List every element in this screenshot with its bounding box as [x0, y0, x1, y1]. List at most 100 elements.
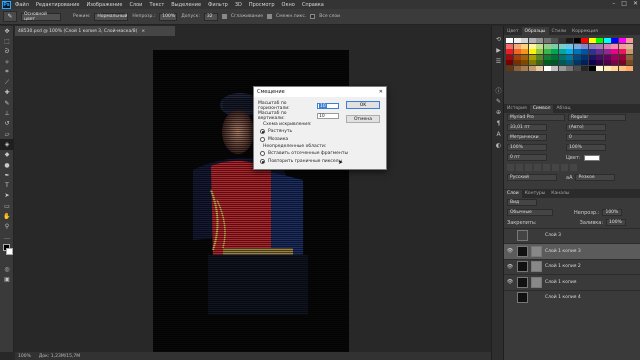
color-swatch[interactable] — [611, 49, 618, 54]
dialog-close-button[interactable]: ✕ — [379, 89, 383, 95]
h-scale-input[interactable]: 10 — [317, 103, 339, 109]
color-swatch[interactable] — [618, 65, 626, 71]
all-caps-button[interactable] — [525, 164, 532, 171]
color-swatch[interactable] — [513, 54, 521, 60]
all-layers-checkbox[interactable] — [310, 14, 316, 19]
layer-fill-input[interactable]: 100% — [606, 219, 627, 226]
color-swatch[interactable] — [551, 38, 558, 43]
faux-bold-button[interactable] — [507, 164, 514, 171]
blend-mode-dropdown[interactable]: Обычные — [507, 209, 553, 216]
menu-3d[interactable]: 3D — [235, 2, 242, 8]
color-swatch[interactable] — [528, 60, 536, 65]
color-swatch[interactable] — [573, 43, 581, 49]
color-swatch[interactable] — [506, 65, 513, 71]
type-tool-icon[interactable]: T — [0, 180, 14, 190]
color-swatch[interactable] — [596, 65, 603, 71]
font-size-input[interactable]: 33,01 пт — [507, 124, 547, 131]
color-swatch[interactable] — [603, 38, 611, 43]
mode-dropdown[interactable]: Нормальный — [94, 12, 129, 21]
stretch-option[interactable]: Растянуть — [260, 129, 292, 134]
color-swatch[interactable] — [603, 60, 611, 65]
color-swatch[interactable] — [573, 38, 581, 43]
color-swatch[interactable] — [588, 49, 596, 54]
dodge-tool-icon[interactable]: ● — [0, 160, 14, 170]
tab-channels[interactable]: Каналы — [548, 190, 572, 198]
color-swatch[interactable] — [536, 60, 543, 65]
color-swatch[interactable] — [626, 60, 633, 65]
color-swatch[interactable] — [543, 43, 551, 49]
color-swatch[interactable] — [581, 54, 588, 60]
eyedropper-tool-icon[interactable]: ⟋ — [0, 77, 14, 87]
close-document-icon[interactable]: × — [141, 29, 145, 34]
vertical-scale-input[interactable]: 100% — [507, 144, 547, 151]
pen-tool-icon[interactable]: ✒ — [0, 170, 14, 180]
zoom-level[interactable]: 100% — [18, 354, 31, 359]
antialias-checkbox[interactable] — [221, 14, 227, 19]
color-swatch[interactable] — [521, 49, 528, 54]
color-swatch[interactable] — [521, 54, 528, 60]
color-swatch[interactable] — [603, 49, 611, 54]
color-swatch[interactable] — [626, 43, 633, 49]
tab-paths[interactable]: Контуры — [522, 190, 549, 198]
color-swatch[interactable] — [543, 54, 551, 60]
color-swatch[interactable] — [611, 65, 618, 71]
stamp-tool-icon[interactable]: ⊥ — [0, 108, 14, 118]
color-swatch[interactable] — [603, 54, 611, 60]
wrap-radio[interactable] — [260, 151, 265, 156]
color-swatch[interactable] — [596, 38, 603, 43]
color-swatch[interactable] — [558, 49, 566, 54]
color-swatch[interactable] — [528, 43, 536, 49]
menu-filter[interactable]: Фильтр — [208, 2, 228, 8]
color-swatch[interactable] — [513, 60, 521, 65]
tab-adjustments[interactable]: Коррекция — [569, 27, 601, 35]
color-swatch[interactable] — [588, 65, 596, 71]
leading-input[interactable]: (Авто) — [566, 124, 606, 131]
lasso-tool-icon[interactable]: ᘐ — [0, 47, 14, 57]
color-swatch[interactable] — [551, 65, 558, 71]
language-dropdown[interactable]: Русский — [507, 174, 557, 181]
color-swatch[interactable] — [551, 43, 558, 49]
color-swatch[interactable] — [588, 60, 596, 65]
color-swatch[interactable] — [551, 60, 558, 65]
color-swatch[interactable] — [521, 43, 528, 49]
brush-tool-icon[interactable]: ✎ — [0, 98, 14, 108]
color-swatch[interactable] — [558, 43, 566, 49]
color-swatch[interactable] — [521, 65, 528, 71]
tab-history[interactable]: История — [504, 105, 530, 113]
zoom-tool-icon[interactable]: ⚲ — [0, 222, 14, 232]
layer-filter-dropdown[interactable]: Вид — [507, 199, 537, 206]
horizontal-scale-input[interactable]: 100% — [566, 144, 606, 151]
tab-character[interactable]: Символ — [529, 104, 554, 113]
layer-row[interactable]: Слой 3 — [504, 227, 640, 244]
v-scale-input[interactable]: 10 — [317, 113, 339, 119]
tab-layers[interactable]: Слои — [504, 189, 522, 198]
color-swatch[interactable] — [611, 38, 618, 43]
color-swatch[interactable] — [596, 43, 603, 49]
layer-row[interactable]: 👁 Слой 1 копия 3 — [504, 243, 640, 259]
layer-opacity-input[interactable]: 100% — [602, 209, 623, 216]
background-color[interactable] — [6, 248, 13, 256]
color-swatch[interactable] — [521, 38, 528, 43]
color-swatch[interactable] — [566, 60, 573, 65]
blur-tool-icon[interactable]: ◆ — [0, 150, 14, 160]
color-swatch[interactable] — [588, 54, 596, 60]
marquee-tool-icon[interactable]: ⬚ — [0, 36, 14, 46]
ok-button[interactable]: OK — [346, 101, 380, 109]
color-swatch[interactable] — [581, 43, 588, 49]
color-swatch[interactable] — [566, 54, 573, 60]
color-swatch[interactable] — [573, 65, 581, 71]
tab-paragraph[interactable]: Абзац — [553, 105, 573, 113]
color-swatch[interactable] — [528, 38, 536, 43]
subscript-button[interactable] — [552, 164, 559, 171]
color-swatch[interactable] — [626, 54, 633, 60]
color-swatch[interactable] — [566, 38, 573, 43]
color-swatch[interactable] — [618, 43, 626, 49]
color-swatch[interactable] — [536, 38, 543, 43]
color-swatch[interactable] — [558, 65, 566, 71]
color-swatch[interactable] — [536, 54, 543, 60]
color-swatch[interactable] — [573, 60, 581, 65]
color-swatch[interactable] — [566, 49, 573, 54]
color-swatch[interactable] — [543, 65, 551, 71]
color-swatch[interactable] — [536, 49, 543, 54]
color-swatch[interactable] — [596, 60, 603, 65]
